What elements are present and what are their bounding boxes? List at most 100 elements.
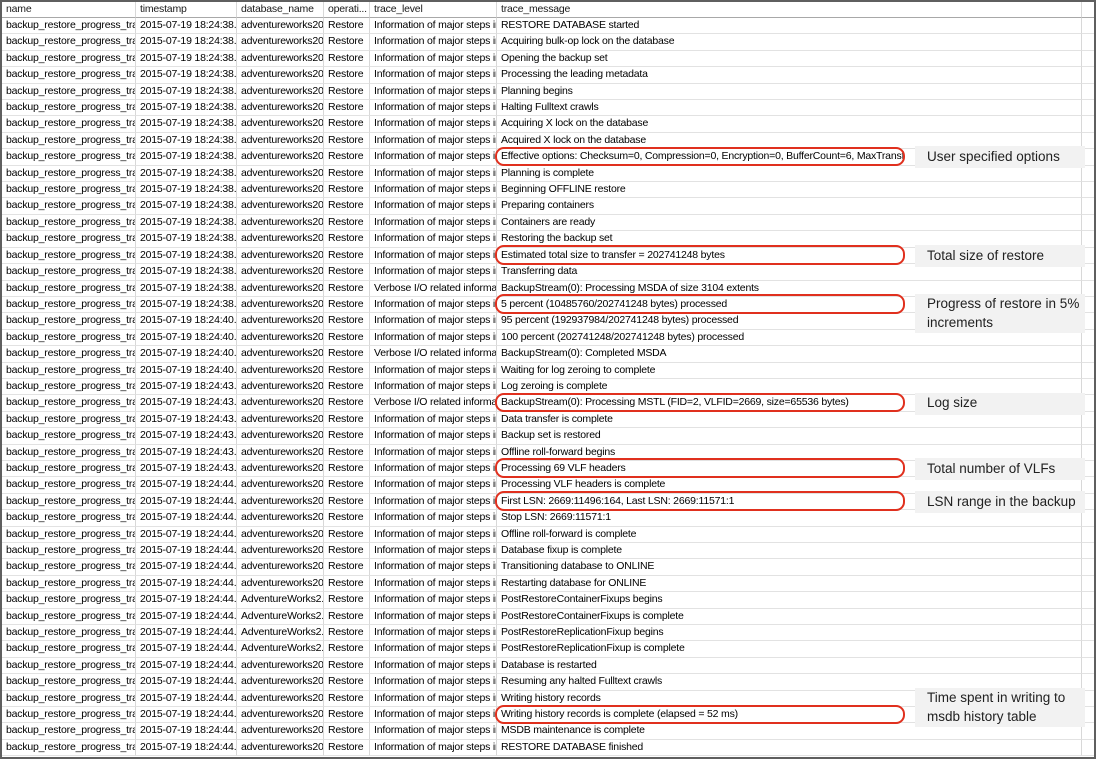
cell-name: backup_restore_progress_trace <box>2 658 136 674</box>
table-row[interactable]: backup_restore_progress_trace 2015-07-19… <box>2 559 1094 575</box>
cell-trace-message: BackupStream(0): Completed MSDA <box>497 346 1082 362</box>
cell-name: backup_restore_progress_trace <box>2 674 136 690</box>
cell-trace-message: Opening the backup set <box>497 51 1082 67</box>
column-header-timestamp[interactable]: timestamp <box>136 2 237 18</box>
column-header-name[interactable]: name <box>2 2 136 18</box>
table-row[interactable]: backup_restore_progress_trace 2015-07-19… <box>2 543 1094 559</box>
table-row[interactable]: backup_restore_progress_trace 2015-07-19… <box>2 576 1094 592</box>
table-row[interactable]: backup_restore_progress_trace 2015-07-19… <box>2 198 1094 214</box>
cell-operation: Restore <box>324 592 370 608</box>
cell-operation: Restore <box>324 740 370 756</box>
cell-trace-level: Information of major steps in ... <box>370 740 497 756</box>
cell-trace-level: Information of major steps in ... <box>370 461 497 477</box>
column-header-trace-level[interactable]: trace_level <box>370 2 497 18</box>
annotation-label: Time spent in writing to msdb history ta… <box>915 688 1085 727</box>
cell-trace-level: Information of major steps in ... <box>370 149 497 165</box>
cell-operation: Restore <box>324 149 370 165</box>
cell-operation: Restore <box>324 313 370 329</box>
trace-message-text: Acquiring X lock on the database <box>497 116 1081 131</box>
cell-name: backup_restore_progress_trace <box>2 428 136 444</box>
table-row[interactable]: backup_restore_progress_trace 2015-07-19… <box>2 658 1094 674</box>
trace-message-text: Writing history records is complete (ela… <box>497 707 904 722</box>
cell-timestamp: 2015-07-19 18:24:43.... <box>136 379 237 395</box>
column-header-database-name[interactable]: database_name <box>237 2 324 18</box>
cell-trace-message: Offline roll-forward is complete <box>497 527 1082 543</box>
cell-trace-level: Information of major steps in ... <box>370 330 497 346</box>
cell-name: backup_restore_progress_trace <box>2 592 136 608</box>
trace-message-text: RESTORE DATABASE finished <box>497 740 1081 755</box>
cell-timestamp: 2015-07-19 18:24:38.... <box>136 297 237 313</box>
table-row[interactable]: backup_restore_progress_trace 2015-07-19… <box>2 84 1094 100</box>
cell-operation: Restore <box>324 231 370 247</box>
cell-timestamp: 2015-07-19 18:24:40.... <box>136 313 237 329</box>
cell-name: backup_restore_progress_trace <box>2 379 136 395</box>
cell-timestamp: 2015-07-19 18:24:38.... <box>136 198 237 214</box>
cell-trace-message: Restarting database for ONLINE <box>497 576 1082 592</box>
cell-spacer <box>1082 84 1094 100</box>
cell-operation: Restore <box>324 281 370 297</box>
table-row[interactable]: backup_restore_progress_trace 2015-07-19… <box>2 215 1094 231</box>
cell-database-name: adventureworks2012 <box>237 395 324 411</box>
cell-spacer <box>1082 346 1094 362</box>
table-row[interactable]: backup_restore_progress_trace 2015-07-19… <box>2 51 1094 67</box>
cell-name: backup_restore_progress_trace <box>2 723 136 739</box>
table-row[interactable]: backup_restore_progress_trace 2015-07-19… <box>2 346 1094 362</box>
cell-name: backup_restore_progress_trace <box>2 363 136 379</box>
table-row[interactable]: backup_restore_progress_trace 2015-07-19… <box>2 740 1094 756</box>
cell-database-name: adventureworks2012 <box>237 691 324 707</box>
trace-message-text: Processing the leading metadata <box>497 67 1081 82</box>
cell-timestamp: 2015-07-19 18:24:44.... <box>136 494 237 510</box>
table-row[interactable]: backup_restore_progress_trace 2015-07-19… <box>2 67 1094 83</box>
table-row[interactable]: backup_restore_progress_trace 2015-07-19… <box>2 18 1094 34</box>
trace-message-text: Containers are ready <box>497 215 1081 230</box>
column-header-operation[interactable]: operati... <box>324 2 370 18</box>
cell-trace-level: Information of major steps in ... <box>370 182 497 198</box>
cell-database-name: adventureworks2012 <box>237 313 324 329</box>
table-row[interactable]: backup_restore_progress_trace 2015-07-19… <box>2 592 1094 608</box>
table-row[interactable]: backup_restore_progress_trace 2015-07-19… <box>2 363 1094 379</box>
cell-name: backup_restore_progress_trace <box>2 527 136 543</box>
cell-trace-message: Halting Fulltext crawls <box>497 100 1082 116</box>
cell-database-name: adventureworks2012 <box>237 215 324 231</box>
table-row[interactable]: backup_restore_progress_trace 2015-07-19… <box>2 641 1094 657</box>
table-row[interactable]: backup_restore_progress_trace 2015-07-19… <box>2 116 1094 132</box>
column-header-trace-message[interactable]: trace_message <box>497 2 1082 18</box>
cell-timestamp: 2015-07-19 18:24:44.... <box>136 609 237 625</box>
grid-header-row: name timestamp database_name operati... … <box>2 2 1094 18</box>
cell-operation: Restore <box>324 445 370 461</box>
cell-trace-level: Information of major steps in ... <box>370 18 497 34</box>
cell-name: backup_restore_progress_trace <box>2 576 136 592</box>
cell-database-name: adventureworks2012 <box>237 18 324 34</box>
cell-timestamp: 2015-07-19 18:24:38.... <box>136 34 237 50</box>
cell-timestamp: 2015-07-19 18:24:44.... <box>136 691 237 707</box>
cell-timestamp: 2015-07-19 18:24:38.... <box>136 264 237 280</box>
table-row[interactable]: backup_restore_progress_trace 2015-07-19… <box>2 100 1094 116</box>
cell-operation: Restore <box>324 264 370 280</box>
cell-trace-level: Information of major steps in ... <box>370 445 497 461</box>
cell-database-name: AdventureWorks2... <box>237 609 324 625</box>
cell-operation: Restore <box>324 691 370 707</box>
cell-spacer <box>1082 198 1094 214</box>
cell-timestamp: 2015-07-19 18:24:38.... <box>136 231 237 247</box>
table-row[interactable]: backup_restore_progress_trace 2015-07-19… <box>2 527 1094 543</box>
annotation-label: Total size of restore <box>915 245 1085 267</box>
cell-timestamp: 2015-07-19 18:24:44.... <box>136 658 237 674</box>
table-row[interactable]: backup_restore_progress_trace 2015-07-19… <box>2 625 1094 641</box>
cell-operation: Restore <box>324 576 370 592</box>
cell-database-name: adventureworks2012 <box>237 182 324 198</box>
cell-spacer <box>1082 182 1094 198</box>
annotation-label: Progress of restore in 5% increments <box>915 294 1085 333</box>
table-row[interactable]: backup_restore_progress_trace 2015-07-19… <box>2 182 1094 198</box>
trace-message-text: Waiting for log zeroing to complete <box>497 363 1081 378</box>
cell-trace-message: Acquiring X lock on the database <box>497 116 1082 132</box>
cell-operation: Restore <box>324 412 370 428</box>
cell-database-name: adventureworks2012 <box>237 264 324 280</box>
cell-name: backup_restore_progress_trace <box>2 264 136 280</box>
table-row[interactable]: backup_restore_progress_trace 2015-07-19… <box>2 34 1094 50</box>
cell-operation: Restore <box>324 18 370 34</box>
table-row[interactable]: backup_restore_progress_trace 2015-07-19… <box>2 609 1094 625</box>
table-row[interactable]: backup_restore_progress_trace 2015-07-19… <box>2 428 1094 444</box>
cell-trace-level: Information of major steps in ... <box>370 609 497 625</box>
cell-timestamp: 2015-07-19 18:24:38.... <box>136 281 237 297</box>
cell-trace-level: Information of major steps in ... <box>370 116 497 132</box>
